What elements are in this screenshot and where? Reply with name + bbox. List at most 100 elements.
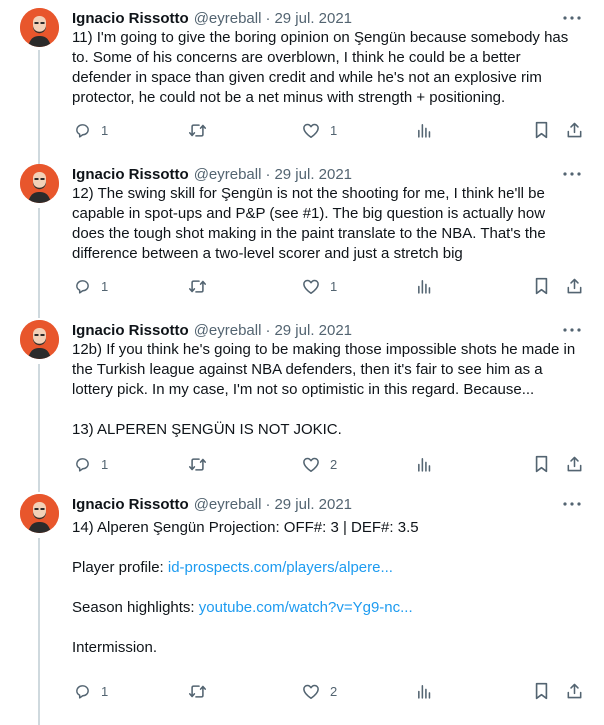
more-options-button[interactable] bbox=[562, 166, 582, 182]
like-count: 1 bbox=[330, 278, 338, 294]
share-upload-icon bbox=[567, 683, 582, 699]
tweet-date[interactable]: 29 jul. 2021 bbox=[274, 166, 352, 183]
author-handle[interactable]: @eyreball bbox=[194, 496, 262, 513]
tweet-text-line: lottery pick. In my case, I'm not so opt… bbox=[72, 381, 535, 398]
author-name[interactable]: Ignacio Rissotto bbox=[72, 322, 189, 339]
more-options-button[interactable] bbox=[562, 496, 582, 512]
retweet-button[interactable] bbox=[188, 276, 207, 296]
heart-icon bbox=[303, 123, 319, 138]
player-profile-link[interactable]: id-prospects.com/players/alpere... bbox=[168, 559, 393, 576]
bookmark-button[interactable] bbox=[534, 681, 549, 701]
separator-dot: · bbox=[265, 9, 271, 27]
retweet-button[interactable] bbox=[188, 454, 207, 474]
bookmark-button[interactable] bbox=[534, 276, 549, 296]
tweet-text-line: 11) I'm going to give the boring opinion… bbox=[72, 29, 569, 46]
tweet-date[interactable]: 29 jul. 2021 bbox=[274, 322, 352, 339]
tweet-text-line: protector, he could not be a net minus w… bbox=[72, 89, 506, 106]
bookmark-icon bbox=[535, 121, 548, 139]
separator-dot: · bbox=[265, 165, 271, 183]
reply-count: 1 bbox=[101, 278, 109, 294]
tweet[interactable]: Ignacio Rissotto @eyreball · 29 jul. 202… bbox=[0, 8, 604, 148]
tweet-actions: 1 2 bbox=[72, 681, 584, 701]
tweet-text: 12) The swing skill for Şengün is not th… bbox=[72, 184, 592, 264]
reply-button[interactable]: 1 bbox=[74, 454, 108, 474]
speech-bubble-icon bbox=[76, 123, 89, 138]
tweet-text-line: 13) ALPEREN ŞENGÜN IS NOT JOKIC. bbox=[72, 421, 342, 438]
tweet[interactable]: Ignacio Rissotto @eyreball · 29 jul. 202… bbox=[0, 494, 604, 714]
retweet-arrows-icon bbox=[188, 684, 206, 698]
author-name[interactable]: Ignacio Rissotto bbox=[72, 10, 189, 27]
tweet[interactable]: Ignacio Rissotto @eyreball · 29 jul. 202… bbox=[0, 164, 604, 304]
retweet-arrows-icon bbox=[188, 123, 206, 137]
season-highlights-line: Season highlights: youtube.com/watch?v=Y… bbox=[72, 598, 592, 618]
author-name[interactable]: Ignacio Rissotto bbox=[72, 166, 189, 183]
author-handle[interactable]: @eyreball bbox=[194, 10, 262, 27]
bar-chart-icon bbox=[418, 279, 431, 294]
retweet-button[interactable] bbox=[188, 120, 207, 140]
tweet-text-line: to. Some of his concerns are overblown, … bbox=[72, 49, 521, 66]
share-upload-icon bbox=[567, 456, 582, 472]
like-button[interactable]: 1 bbox=[302, 120, 337, 140]
player-profile-label: Player profile: bbox=[72, 559, 168, 576]
like-count: 1 bbox=[330, 122, 338, 138]
bar-chart-icon bbox=[418, 123, 431, 138]
retweet-button[interactable] bbox=[188, 681, 207, 701]
reply-count: 1 bbox=[101, 683, 109, 699]
tweet[interactable]: Ignacio Rissotto @eyreball · 29 jul. 202… bbox=[0, 320, 604, 480]
separator-dot: · bbox=[265, 321, 271, 339]
tweet-text-line: 12b) If you think he's going to be makin… bbox=[72, 341, 576, 358]
bookmark-button[interactable] bbox=[534, 120, 549, 140]
views-button[interactable] bbox=[416, 120, 433, 140]
like-button[interactable]: 2 bbox=[302, 681, 337, 701]
more-dots-icon bbox=[563, 16, 581, 20]
reply-button[interactable]: 1 bbox=[74, 681, 108, 701]
tweet-actions: 1 1 bbox=[72, 120, 584, 140]
tweet-text-line: capable in spot-ups and P&P (see #1). Th… bbox=[72, 205, 546, 222]
retweet-arrows-icon bbox=[188, 279, 206, 293]
more-options-button[interactable] bbox=[562, 322, 582, 338]
tweet-text-line: 14) Alperen Şengün Projection: OFF#: 3 |… bbox=[72, 519, 419, 536]
reply-button[interactable]: 1 bbox=[74, 120, 108, 140]
tweet-text: 12b) If you think he's going to be makin… bbox=[72, 340, 592, 440]
like-button[interactable]: 2 bbox=[302, 454, 337, 474]
heart-icon bbox=[303, 279, 319, 294]
author-handle[interactable]: @eyreball bbox=[194, 166, 262, 183]
more-options-button[interactable] bbox=[562, 10, 582, 26]
bookmark-icon bbox=[535, 277, 548, 295]
more-dots-icon bbox=[563, 328, 581, 332]
avatar[interactable] bbox=[20, 8, 59, 47]
author-handle[interactable]: @eyreball bbox=[194, 322, 262, 339]
tweet-text-line: does the tough shot making in the paint … bbox=[72, 225, 546, 242]
tweet-text: 14) Alperen Şengün Projection: OFF#: 3 |… bbox=[72, 518, 592, 658]
avatar[interactable] bbox=[20, 320, 59, 359]
tweet-text-line: difference between a two-level scorer an… bbox=[72, 245, 463, 262]
tweet-date[interactable]: 29 jul. 2021 bbox=[274, 10, 352, 27]
author-name[interactable]: Ignacio Rissotto bbox=[72, 496, 189, 513]
reply-button[interactable]: 1 bbox=[74, 276, 108, 296]
season-highlights-link[interactable]: youtube.com/watch?v=Yg9-nc... bbox=[199, 599, 413, 616]
heart-icon bbox=[303, 457, 319, 472]
heart-icon bbox=[303, 684, 319, 699]
like-count: 2 bbox=[330, 683, 338, 699]
tweet-header: Ignacio Rissotto @eyreball · 29 jul. 202… bbox=[72, 494, 352, 514]
share-button[interactable] bbox=[566, 681, 583, 701]
share-button[interactable] bbox=[566, 454, 583, 474]
speech-bubble-icon bbox=[76, 457, 89, 472]
views-button[interactable] bbox=[416, 681, 433, 701]
paragraph-break bbox=[72, 578, 592, 598]
share-button[interactable] bbox=[566, 120, 583, 140]
bookmark-button[interactable] bbox=[534, 454, 549, 474]
like-button[interactable]: 1 bbox=[302, 276, 337, 296]
avatar[interactable] bbox=[20, 494, 59, 533]
more-dots-icon bbox=[563, 172, 581, 176]
player-profile-line: Player profile: id-prospects.com/players… bbox=[72, 558, 592, 578]
views-button[interactable] bbox=[416, 276, 433, 296]
tweet-actions: 1 2 bbox=[72, 454, 584, 474]
speech-bubble-icon bbox=[76, 684, 89, 699]
tweet-date[interactable]: 29 jul. 2021 bbox=[274, 496, 352, 513]
share-button[interactable] bbox=[566, 276, 583, 296]
avatar[interactable] bbox=[20, 164, 59, 203]
tweet-text-line: Intermission. bbox=[72, 639, 158, 656]
views-button[interactable] bbox=[416, 454, 433, 474]
like-count: 2 bbox=[330, 456, 338, 472]
